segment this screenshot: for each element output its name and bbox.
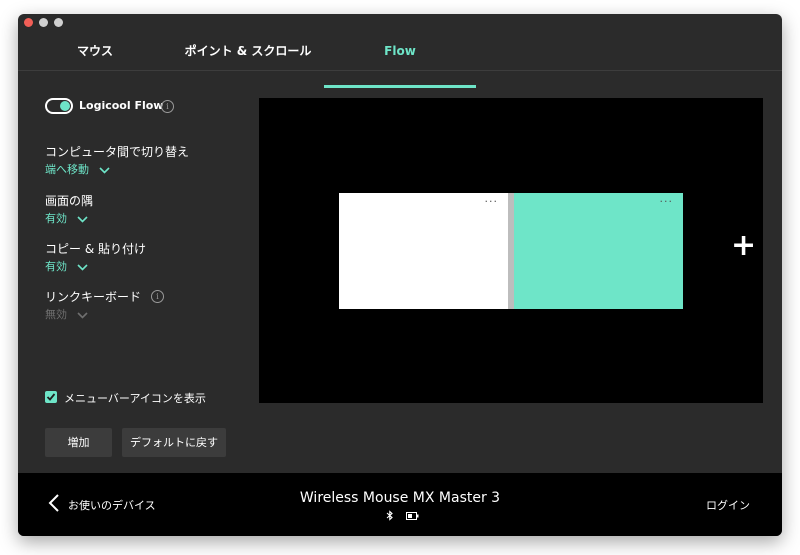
setting-title: コンピュータ間で切り替え: [45, 145, 190, 159]
more-options-icon[interactable]: ···: [485, 195, 499, 208]
menu-bar-icon-checkbox[interactable]: [45, 391, 57, 403]
switch-computers-dropdown[interactable]: 端へ移動: [45, 161, 110, 177]
computer-screen-2[interactable]: ···: [514, 193, 683, 309]
screen-corner-dropdown[interactable]: 有効: [45, 210, 88, 226]
tab-point-scroll[interactable]: ポイント & スクロール: [168, 32, 328, 70]
close-window-button[interactable]: [24, 18, 33, 27]
flow-toggle-switch[interactable]: [45, 98, 73, 114]
title-bar: [18, 14, 782, 32]
setting-switch-computers: コンピュータ間で切り替え 端へ移動: [45, 143, 255, 183]
info-icon[interactable]: i: [161, 100, 174, 113]
tab-mouse[interactable]: マウス: [40, 32, 150, 70]
computer-arrangement-canvas: ··· ··· +: [259, 98, 763, 403]
checkmark-icon: [46, 393, 56, 401]
chevron-down-icon: [98, 166, 110, 174]
zoom-window-button[interactable]: [54, 18, 63, 27]
setting-title: 画面の隅: [45, 194, 94, 208]
setting-title: リンクキーボード: [45, 290, 142, 304]
dropdown-value: 有効: [45, 212, 67, 225]
dropdown-value: 有効: [45, 260, 67, 273]
minimize-window-button[interactable]: [39, 18, 48, 27]
chevron-down-icon: [76, 215, 88, 223]
setting-title: コピー & 貼り付け: [45, 242, 146, 256]
flow-toggle-row: Logicool Flow i: [45, 96, 265, 116]
menu-bar-icon-option[interactable]: メニューバーアイコンを表示: [45, 390, 265, 406]
bluetooth-icon: [386, 510, 393, 521]
setting-copy-paste: コピー & 貼り付け 有効: [45, 240, 255, 280]
flow-toggle-label: Logicool Flow: [79, 99, 164, 112]
battery-icon: [406, 512, 419, 520]
setting-link-keyboard: リンクキーボード i 無効: [45, 288, 255, 328]
computer-screen-1[interactable]: ···: [339, 193, 508, 309]
chevron-down-icon: [76, 311, 88, 319]
device-name: Wireless Mouse MX Master 3: [299, 490, 501, 506]
setting-screen-corner: 画面の隅 有効: [45, 192, 255, 232]
add-computer-plus-icon[interactable]: +: [731, 231, 756, 261]
login-link[interactable]: ログイン: [706, 497, 750, 513]
dropdown-value: 端へ移動: [45, 163, 89, 176]
dropdown-value: 無効: [45, 308, 67, 321]
add-computer-button[interactable]: 増加: [45, 428, 112, 457]
device-footer: お使いのデバイス Wireless Mouse MX Master 3 ログイン: [18, 473, 782, 536]
active-tab-indicator: [324, 85, 476, 88]
info-icon[interactable]: i: [151, 290, 164, 303]
options-window: マウス ポイント & スクロール Flow Logicool Flow i コン…: [18, 14, 782, 536]
chevron-down-icon: [76, 263, 88, 271]
reset-defaults-button[interactable]: デフォルトに戻す: [122, 428, 226, 457]
more-options-icon[interactable]: ···: [660, 195, 674, 208]
menu-bar-icon-label: メニューバーアイコンを表示: [64, 392, 206, 405]
tab-flow[interactable]: Flow: [324, 32, 476, 70]
copy-paste-dropdown[interactable]: 有効: [45, 258, 88, 274]
link-keyboard-dropdown: 無効: [45, 306, 88, 322]
toggle-knob: [60, 101, 70, 111]
device-status-icons: [384, 510, 424, 522]
tab-bar: マウス ポイント & スクロール Flow: [18, 32, 782, 88]
